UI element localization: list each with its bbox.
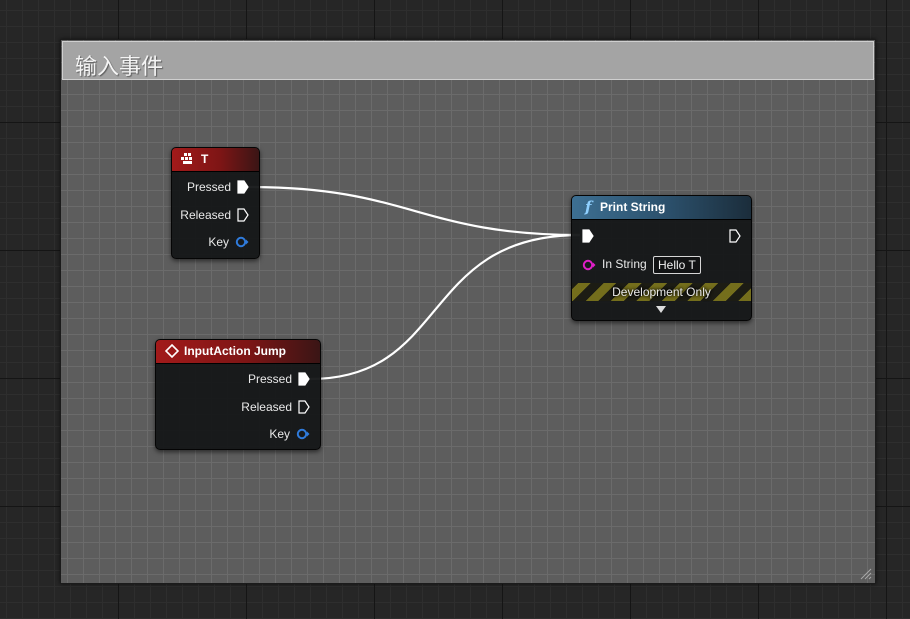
pressed-pin-row[interactable]: Pressed bbox=[187, 178, 249, 196]
wire-layer bbox=[248, 185, 581, 381]
released-pin-row[interactable]: Released bbox=[241, 398, 310, 416]
keyboard-icon bbox=[181, 153, 192, 164]
in-string-label: In String bbox=[602, 257, 647, 271]
released-pin-label: Released bbox=[241, 400, 292, 414]
function-icon: f bbox=[585, 198, 592, 216]
key-pin-label: Key bbox=[269, 427, 290, 441]
development-only-label: Development Only bbox=[612, 285, 711, 299]
exec-pin-icon[interactable] bbox=[298, 372, 310, 386]
exec-out-pin-icon[interactable] bbox=[729, 229, 741, 243]
exec-pin-icon[interactable] bbox=[237, 180, 249, 194]
exec-wire-t-to-print[interactable] bbox=[248, 185, 581, 237]
released-pin-row[interactable]: Released bbox=[180, 206, 249, 224]
exec-wire-jump-to-print[interactable] bbox=[309, 233, 581, 381]
exec-in-pin-icon[interactable] bbox=[582, 229, 594, 243]
pressed-pin-label: Pressed bbox=[247, 372, 292, 386]
print-string-header[interactable]: f Print String bbox=[572, 196, 751, 220]
print-string-title: Print String bbox=[600, 200, 666, 214]
expand-arrow-icon[interactable] bbox=[656, 306, 666, 313]
released-pin-label: Released bbox=[180, 208, 231, 222]
data-pin-icon[interactable] bbox=[296, 428, 310, 440]
key-pin-row[interactable]: Key bbox=[208, 233, 249, 251]
pressed-pin-row[interactable]: Pressed bbox=[248, 370, 310, 388]
exec-pin-icon[interactable] bbox=[237, 208, 249, 222]
diamond-icon bbox=[165, 344, 179, 358]
key-pin-label: Key bbox=[208, 235, 229, 249]
key-event-header[interactable]: T bbox=[172, 148, 259, 172]
key-event-node[interactable]: T Pressed Released Key bbox=[171, 147, 260, 259]
data-pin-icon[interactable] bbox=[235, 236, 249, 248]
in-string-input[interactable]: Hello T bbox=[653, 256, 701, 274]
exec-pin-icon[interactable] bbox=[298, 400, 310, 414]
string-pin-icon[interactable] bbox=[582, 259, 598, 271]
input-action-title: InputAction Jump bbox=[184, 344, 286, 358]
key-event-title: T bbox=[201, 152, 209, 166]
input-action-node[interactable]: InputAction Jump Pressed Released Key bbox=[155, 339, 321, 450]
pressed-pin-label: Pressed bbox=[186, 180, 231, 194]
print-string-node[interactable]: f Print String In String Hello T Develop… bbox=[571, 195, 752, 321]
input-action-header[interactable]: InputAction Jump bbox=[156, 340, 320, 364]
key-pin-row[interactable]: Key bbox=[269, 425, 310, 443]
